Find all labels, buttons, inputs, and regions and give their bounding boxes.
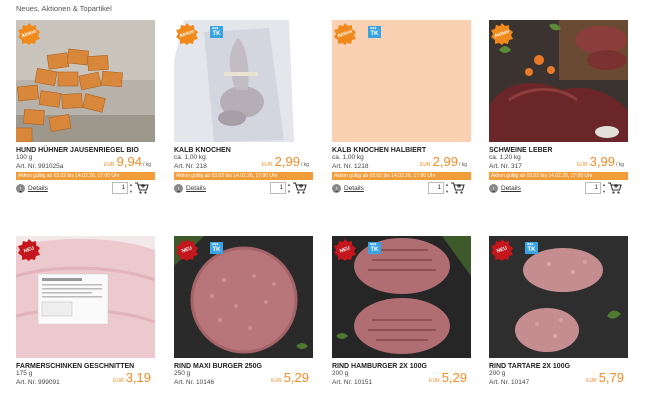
- article-number: Art. Nr. 10146: [174, 378, 215, 386]
- neu-badge: NEU: [176, 239, 198, 261]
- neu-badge: NEU: [491, 239, 513, 261]
- product-card[interactable]: Aktion SCHWEINE LEBER ca. 1,20 kg Art. Nr…: [489, 20, 629, 196]
- details-link[interactable]: › Details: [16, 184, 48, 193]
- quantity-stepper[interactable]: ▲ ▼: [287, 182, 291, 194]
- product-weight: ca. 1,00 kg: [332, 154, 364, 161]
- quantity-input[interactable]: 1: [112, 182, 128, 194]
- product-weight: 175 g: [16, 370, 33, 377]
- quantity-stepper[interactable]: ▲ ▼: [445, 182, 449, 194]
- tk-frozen-badge: TK: [525, 242, 538, 254]
- chevron-right-icon: ›: [489, 184, 498, 193]
- quantity-input[interactable]: 1: [270, 182, 286, 194]
- section-title: Neues, Aktionen & Topartikel: [16, 4, 112, 13]
- product-image[interactable]: NEU TK: [489, 236, 628, 358]
- product-price: EUR 5,79: [586, 370, 624, 385]
- details-link[interactable]: › Details: [489, 184, 521, 193]
- quantity-input[interactable]: 1: [428, 182, 444, 194]
- product-weight: 250 g: [174, 370, 191, 377]
- tk-frozen-badge: TK: [368, 242, 381, 254]
- product-price: EUR 3,99/ kg: [577, 154, 624, 169]
- promo-banner: Aktion gültig ab 03.02 bis 14.02.26, 17:…: [174, 172, 313, 180]
- product-price: EUR 3,19: [113, 370, 151, 385]
- product-image[interactable]: Aktion: [489, 20, 628, 142]
- article-number: Art. Nr. 10151: [332, 378, 373, 386]
- product-card[interactable]: Aktion TK KALB KNOCHEN HALBIERT ca. 1,00…: [332, 20, 472, 196]
- quantity-stepper[interactable]: ▲ ▼: [129, 182, 133, 194]
- product-card[interactable]: Aktion HUND HÜHNER JAUSENRIEGEL BIO 100 …: [16, 20, 156, 196]
- product-weight: 200 g: [489, 370, 506, 377]
- promo-banner: Aktion gültig ab 03.02 bis 14.02.26, 17:…: [16, 172, 155, 180]
- aktion-badge: Aktion: [18, 23, 40, 45]
- promo-banner: Aktion gültig ab 03.02 bis 14.02.26, 17:…: [489, 172, 628, 180]
- add-to-cart-icon[interactable]: [135, 182, 149, 194]
- aktion-badge: Aktion: [491, 23, 513, 45]
- quantity-input[interactable]: 1: [585, 182, 601, 194]
- aktion-badge: Aktion: [334, 23, 356, 45]
- tk-frozen-badge: TK: [210, 26, 223, 38]
- article-number: Art. Nr. 317: [489, 162, 522, 170]
- product-card[interactable]: NEU TK RIND MAXI BURGER 250G 250 gArt. N…: [174, 236, 314, 387]
- product-card[interactable]: NEU TK RIND TARTARE 2X 100G 200 gArt. Nr…: [489, 236, 629, 387]
- neu-badge: NEU: [334, 239, 356, 261]
- product-price: EUR 5,29: [271, 370, 309, 385]
- product-price: EUR 5,29: [429, 370, 467, 385]
- promo-banner: Aktion gültig ab 03.02 bis 14.02.26, 17:…: [332, 172, 471, 180]
- tk-frozen-badge: TK: [368, 26, 381, 38]
- details-link[interactable]: › Details: [174, 184, 206, 193]
- add-to-cart-icon[interactable]: [608, 182, 622, 194]
- product-image[interactable]: NEU: [16, 236, 155, 358]
- product-card[interactable]: NEU TK RIND HAMBURGER 2X 100G 200 gArt. …: [332, 236, 472, 387]
- quantity-stepper[interactable]: ▲ ▼: [602, 182, 606, 194]
- product-card[interactable]: NEU FARMERSCHINKEN GESCHNITTEN 175 g Art.…: [16, 236, 156, 387]
- add-to-cart-icon[interactable]: [451, 182, 465, 194]
- add-to-cart-icon[interactable]: [293, 182, 307, 194]
- article-number: Art. Nr. 1218: [332, 162, 369, 170]
- product-weight: 100 g: [16, 154, 33, 161]
- product-image[interactable]: NEU TK: [174, 236, 313, 358]
- article-number: Art. Nr. 991025a: [16, 162, 64, 170]
- aktion-badge: Aktion: [176, 23, 198, 45]
- product-weight: 200 g: [332, 370, 349, 377]
- product-image[interactable]: Aktion TK: [174, 20, 313, 142]
- article-number: Art. Nr. 999091: [16, 378, 60, 386]
- product-card[interactable]: Aktion TK KALB KNOCHEN ca. 1,00 kgArt. N…: [174, 20, 314, 196]
- details-link[interactable]: › Details: [332, 184, 364, 193]
- article-number: Art. Nr. 218: [174, 162, 207, 170]
- chevron-right-icon: ›: [174, 184, 183, 193]
- product-weight: ca. 1,20 kg: [489, 154, 521, 161]
- product-image[interactable]: Aktion: [16, 20, 155, 142]
- chevron-right-icon: ›: [332, 184, 341, 193]
- product-weight: ca. 1,00 kg: [174, 154, 206, 161]
- product-image[interactable]: NEU TK: [332, 236, 471, 358]
- product-price: EUR 9,94/ kg: [104, 154, 151, 169]
- tk-frozen-badge: TK: [210, 242, 223, 254]
- product-price: EUR 2,99/ kg: [420, 154, 467, 169]
- chevron-right-icon: ›: [16, 184, 25, 193]
- product-price: EUR 2,99/ kg: [262, 154, 309, 169]
- product-image[interactable]: Aktion TK: [332, 20, 471, 142]
- neu-badge: NEU: [18, 239, 40, 261]
- article-number: Art. Nr. 10147: [489, 378, 530, 386]
